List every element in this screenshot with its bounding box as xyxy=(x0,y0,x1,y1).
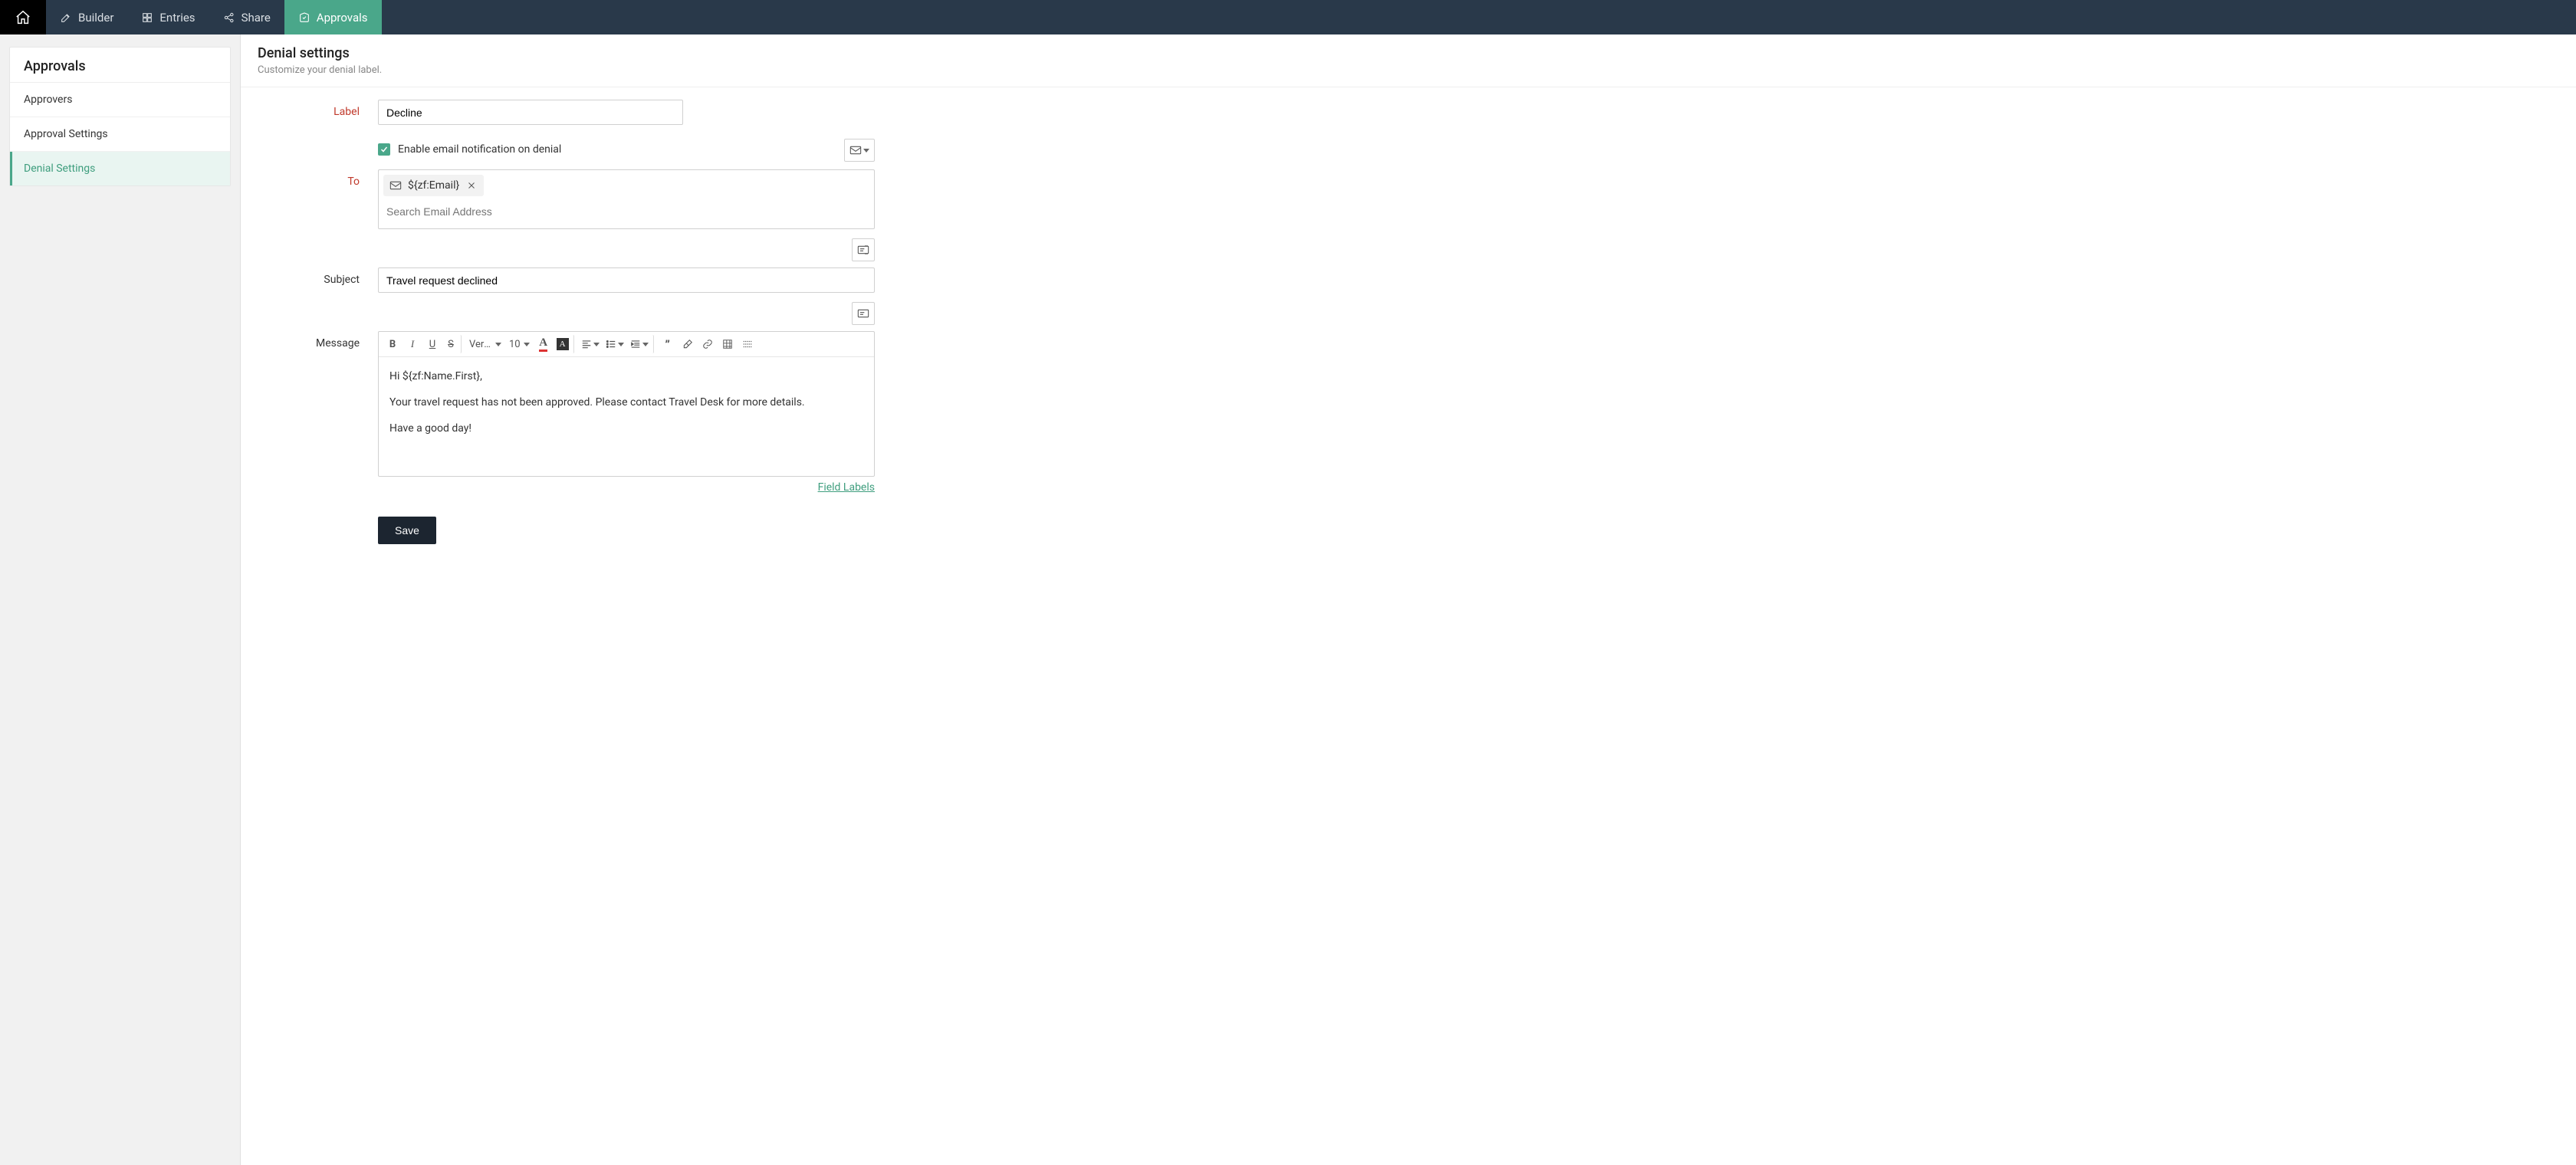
builder-icon xyxy=(60,11,72,24)
approvals-icon xyxy=(298,11,310,24)
font-family-value: Verdana xyxy=(469,339,492,350)
font-size-value: 10 xyxy=(509,339,521,350)
message-line: Your travel request has not been approve… xyxy=(389,394,863,412)
email-chip-text: ${zf:Email} xyxy=(408,179,459,192)
enable-email-checkbox[interactable] xyxy=(378,143,390,156)
sidebar-item-label: Approval Settings xyxy=(24,128,108,140)
subject-input[interactable] xyxy=(378,267,875,293)
sidebar-item-label: Denial Settings xyxy=(24,162,95,175)
nav-tab-approvals[interactable]: Approvals xyxy=(284,0,382,34)
nav-tab-entries[interactable]: Entries xyxy=(127,0,209,34)
text-color-button[interactable]: A xyxy=(534,335,553,353)
insert-field-icon xyxy=(857,244,869,255)
font-family-select[interactable]: Verdana xyxy=(466,335,504,353)
bold-button[interactable]: B xyxy=(383,335,402,353)
share-icon xyxy=(223,11,235,24)
enable-email-label: Enable email notification on denial xyxy=(398,143,561,156)
hr-button[interactable] xyxy=(738,335,757,353)
home-button[interactable] xyxy=(0,0,46,34)
page-title: Denial settings xyxy=(258,45,2559,61)
link-icon xyxy=(702,339,713,350)
font-size-select[interactable]: 10 xyxy=(506,335,533,353)
sidebar-item-label: Approvers xyxy=(24,94,72,106)
nav-tab-label: Approvals xyxy=(317,11,368,25)
label-input[interactable] xyxy=(378,100,683,125)
field-label-subject: Subject xyxy=(258,267,378,286)
to-field[interactable]: ${zf:Email} xyxy=(378,169,875,229)
nav-tab-label: Share xyxy=(242,11,271,25)
sidebar: Approvals Approvers Approval Settings De… xyxy=(0,34,241,1165)
nav-tab-share[interactable]: Share xyxy=(209,0,284,34)
indent-icon xyxy=(630,339,641,350)
nav-tab-label: Builder xyxy=(78,11,113,25)
chevron-down-icon xyxy=(495,343,501,346)
underline-button[interactable]: U xyxy=(423,335,442,353)
field-labels-link[interactable]: Field Labels xyxy=(818,481,875,494)
sidebar-item-approvers[interactable]: Approvers xyxy=(10,83,230,117)
hr-icon xyxy=(742,339,753,350)
nav-tab-builder[interactable]: Builder xyxy=(46,0,127,34)
table-icon xyxy=(722,339,733,350)
page-header: Denial settings Customize your denial la… xyxy=(241,34,2576,87)
chevron-down-icon xyxy=(524,343,530,346)
nav-tab-label: Entries xyxy=(159,11,195,25)
insert-field-icon xyxy=(857,308,869,319)
row-enable-email: Enable email notification on denial xyxy=(258,128,2559,166)
clear-format-button[interactable] xyxy=(678,335,697,353)
chip-remove-button[interactable] xyxy=(465,181,478,190)
list-button[interactable] xyxy=(603,335,626,353)
chevron-down-icon xyxy=(863,149,869,153)
sidebar-card: Approvals Approvers Approval Settings De… xyxy=(9,47,231,186)
field-label-label: Label xyxy=(258,100,378,118)
align-left-icon xyxy=(581,339,592,350)
row-to: To ${zf:Email} xyxy=(258,169,2559,229)
field-label-message: Message xyxy=(258,331,378,350)
email-chip: ${zf:Email} xyxy=(383,175,484,196)
page-subtitle: Customize your denial label. xyxy=(258,64,2559,76)
blockquote-button[interactable]: ” xyxy=(659,335,677,353)
row-label: Label xyxy=(258,100,2559,125)
insert-field-message-button[interactable] xyxy=(852,302,875,325)
message-editor: B I U S Verdana 10 xyxy=(378,331,875,477)
eraser-icon xyxy=(682,339,693,350)
editor-toolbar: B I U S Verdana 10 xyxy=(379,332,874,357)
message-line: Hi ${zf:Name.First}, xyxy=(389,368,863,386)
row-subject-insert xyxy=(258,232,2559,264)
chevron-down-icon xyxy=(642,343,649,346)
background-color-button[interactable]: A xyxy=(554,335,574,353)
home-icon xyxy=(15,9,31,26)
sidebar-item-denial-settings[interactable]: Denial Settings xyxy=(10,152,230,185)
italic-button[interactable]: I xyxy=(403,335,422,353)
save-button[interactable]: Save xyxy=(378,517,436,544)
envelope-icon xyxy=(389,180,402,191)
chevron-down-icon xyxy=(618,343,624,346)
align-button[interactable] xyxy=(579,335,602,353)
chevron-down-icon xyxy=(593,343,600,346)
denial-settings-form: Label Enable email notification on denia… xyxy=(241,87,2576,570)
sidebar-title: Approvals xyxy=(10,48,230,83)
sidebar-item-approval-settings[interactable]: Approval Settings xyxy=(10,117,230,152)
message-body[interactable]: Hi ${zf:Name.First}, Your travel request… xyxy=(379,357,874,476)
indent-button[interactable] xyxy=(628,335,654,353)
top-nav: Builder Entries Share Approvals xyxy=(0,0,2576,34)
email-template-picker[interactable] xyxy=(844,139,875,162)
row-subject: Subject xyxy=(258,267,2559,293)
list-icon xyxy=(606,339,616,350)
quote-icon: ” xyxy=(665,337,670,352)
entries-icon xyxy=(141,11,153,24)
link-button[interactable] xyxy=(698,335,717,353)
strikethrough-button[interactable]: S xyxy=(443,335,462,353)
row-message-insert xyxy=(258,296,2559,328)
message-line: Have a good day! xyxy=(389,420,863,438)
main-panel: Denial settings Customize your denial la… xyxy=(241,34,2576,1165)
envelope-icon xyxy=(849,145,862,156)
insert-field-subject-button[interactable] xyxy=(852,238,875,261)
row-message: Message B I U S Verdana xyxy=(258,331,2559,544)
table-button[interactable] xyxy=(718,335,737,353)
field-label-to: To xyxy=(258,169,378,188)
to-search-input[interactable] xyxy=(383,199,869,224)
